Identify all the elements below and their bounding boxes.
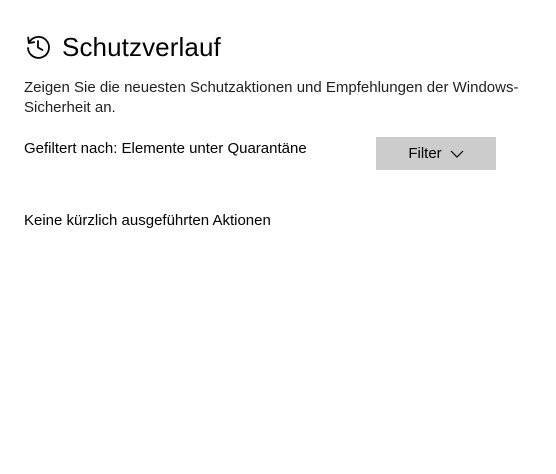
empty-history-message: Keine kürzlich ausgeführten Aktionen — [24, 212, 271, 229]
history-icon — [24, 33, 52, 61]
filter-status-label: Gefiltert nach: Elemente unter Quarantän… — [24, 140, 307, 157]
page-header: Schutzverlauf — [24, 30, 221, 64]
page-title: Schutzverlauf — [62, 31, 221, 62]
page-description: Zeigen Sie die neuesten Schutzaktionen u… — [24, 79, 519, 116]
filter-button[interactable]: Filter — [376, 137, 496, 170]
filter-button-label: Filter — [408, 145, 442, 162]
chevron-down-icon — [450, 147, 464, 161]
